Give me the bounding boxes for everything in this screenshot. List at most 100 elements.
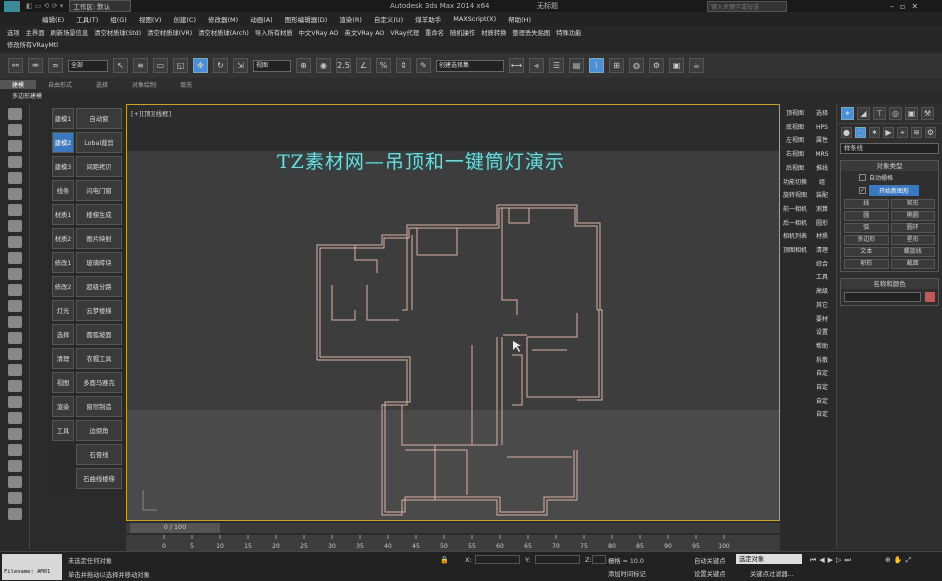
plugin-right-button[interactable]: 顶视图	[781, 108, 809, 120]
plugin-left-button[interactable]: 圆弧坡面	[76, 324, 122, 345]
autogrid-checkbox[interactable]	[859, 174, 866, 181]
plugin-right-button[interactable]: 清理	[811, 245, 833, 257]
plugin-right-button[interactable]: HPS	[811, 122, 833, 134]
plugin-left-button[interactable]: 工具	[52, 420, 74, 441]
window-controls[interactable]: –▫✕	[890, 2, 924, 11]
plugin-right-button[interactable]: 拆散	[811, 355, 833, 367]
ribbon-tab[interactable]: 对象绘制	[120, 80, 168, 89]
ribbon-sub-label[interactable]: 多边形建模	[0, 93, 42, 100]
plugin-left-button[interactable]: 超级分路	[76, 276, 122, 297]
menu-item[interactable]: 工具(T)	[70, 14, 104, 24]
plugin-left-button[interactable]: 灯光	[52, 300, 74, 321]
plugin-button[interactable]: 清空材质球(VR)	[144, 28, 195, 37]
select-by-name-icon[interactable]: ≡	[133, 58, 148, 73]
plugin-button[interactable]: 中文VRay AO	[296, 28, 342, 37]
plugin-left-button[interactable]: 图片映射	[76, 228, 122, 249]
app-logo-icon[interactable]	[4, 0, 20, 12]
plugin-button[interactable]: VRay代理	[387, 28, 422, 37]
menu-item[interactable]: 渲染(R)	[333, 14, 368, 24]
plugin-left-button[interactable]: 材质1	[52, 204, 74, 225]
time-slider-thumb[interactable]: 0 / 100	[130, 523, 220, 533]
plugin-right-button[interactable]: 工具	[811, 272, 833, 284]
viewport-top[interactable]: [+][顶][线框] TZ素材网—吊顶和一键筒灯演示	[126, 104, 780, 521]
key-mode-select[interactable]: 选定对象	[736, 554, 802, 564]
plugin-left-button[interactable]: 视图	[52, 372, 74, 393]
rect-selection-icon[interactable]: ▭	[153, 58, 168, 73]
geometry-icon[interactable]: ●	[841, 127, 852, 138]
tool-icon[interactable]	[8, 108, 22, 120]
selection-filter-select[interactable]: 全部	[68, 59, 108, 72]
plugin-left-button[interactable]: 修改1	[52, 252, 74, 273]
shapes-icon[interactable]: ◌	[855, 127, 866, 138]
plugin-right-button[interactable]: 功能切换	[781, 177, 809, 189]
menu-item[interactable]: 组(G)	[104, 14, 133, 24]
tool-icon[interactable]	[8, 444, 22, 456]
named-selection-select[interactable]: 创建选择集	[436, 59, 504, 72]
plugin-left-button[interactable]: 自动窗	[76, 108, 122, 129]
snaps-toggle-icon[interactable]: 2.5	[336, 58, 351, 73]
menu-item[interactable]: MAXScript(X)	[447, 15, 502, 23]
shape-type-button[interactable]: 截面	[890, 259, 935, 269]
graphite-tools-icon[interactable]: ▤	[569, 58, 584, 73]
select-manipulate-icon[interactable]: ◉	[316, 58, 331, 73]
plugin-right-button[interactable]: 选择	[811, 108, 833, 120]
lights-icon[interactable]: ✶	[869, 127, 880, 138]
time-slider-track[interactable]: 0 / 100	[126, 523, 780, 533]
plugin-left-button[interactable]: 云梦楼梯	[76, 300, 122, 321]
plugin-right-button[interactable]: 后一相机	[781, 218, 809, 230]
menu-item[interactable]: 创建(C)	[167, 14, 202, 24]
plugin-left-button[interactable]: 线条	[52, 180, 74, 201]
plugin-button[interactable]: 材质转换	[478, 28, 509, 37]
plugin-left-button[interactable]: 修改2	[52, 276, 74, 297]
y-coord-field[interactable]	[535, 555, 580, 564]
plugin-button[interactable]: 重命名	[422, 28, 447, 37]
hierarchy-tab-icon[interactable]: ⊤	[873, 107, 886, 120]
tool-icon[interactable]	[8, 348, 22, 360]
add-time-marker[interactable]: 添加时间标记	[608, 569, 646, 578]
set-key-button[interactable]: 设置关键点	[694, 569, 725, 578]
plugin-left-button[interactable]: 建模2	[52, 132, 74, 153]
x-coord-field[interactable]	[475, 555, 520, 564]
select-move-icon[interactable]: ✥	[193, 58, 208, 73]
plugin-left-button[interactable]: 闪电门窗	[76, 180, 122, 201]
tool-icon[interactable]	[8, 236, 22, 248]
menu-item[interactable]: 帮助(H)	[502, 14, 537, 24]
reference-coord-select[interactable]: 视图	[253, 59, 291, 72]
mirror-icon[interactable]: ⟷	[509, 58, 524, 73]
plugin-button[interactable]: 清空材质球(Std)	[91, 28, 144, 37]
spinner-snap-icon[interactable]: ⇕	[396, 58, 411, 73]
plugin-left-button[interactable]: 建模3	[52, 156, 74, 177]
plugin-button[interactable]: 随机操作	[447, 28, 478, 37]
plugin-left-button[interactable]: 衣帽工具	[76, 348, 122, 369]
workspace-select[interactable]: 工作区: 默认	[69, 0, 132, 12]
plugin-right-button[interactable]: 测算	[811, 204, 833, 216]
plugin-button[interactable]: 导入所有材质	[252, 28, 296, 37]
display-tab-icon[interactable]: ▣	[905, 107, 918, 120]
select-object-icon[interactable]: ↖	[113, 58, 128, 73]
plugin-right-button[interactable]: 推线	[811, 163, 833, 175]
plugin-left-button[interactable]: 多面马赛克	[76, 372, 122, 393]
shape-type-button[interactable]: 线	[844, 199, 889, 209]
plugin-right-button[interactable]: 底视图	[781, 122, 809, 134]
tool-icon[interactable]	[8, 412, 22, 424]
create-tab-icon[interactable]: ✦	[841, 107, 854, 120]
plugin-button[interactable]: 刷新场景信息	[47, 28, 91, 37]
plugin-right-button[interactable]: 顶图相机	[781, 245, 809, 257]
shape-type-button[interactable]: 多边形	[844, 235, 889, 245]
schematic-view-icon[interactable]: ⊞	[609, 58, 624, 73]
render-setup-icon[interactable]: ⚙	[649, 58, 664, 73]
z-coord-field[interactable]	[592, 555, 606, 564]
plugin-right-button[interactable]: 圆形	[811, 218, 833, 230]
plugin-button[interactable]: 特殊功能	[553, 28, 584, 37]
layer-manager-icon[interactable]: ☰	[549, 58, 564, 73]
viewport-label[interactable]: [+][顶][线框]	[131, 108, 171, 118]
search-input[interactable]: 键入关键字或短语	[707, 0, 787, 12]
menu-item[interactable]: 视图(V)	[133, 14, 168, 24]
bind-space-warp-icon[interactable]: ≈	[48, 58, 63, 73]
object-color-swatch[interactable]	[925, 292, 935, 302]
plugin-right-button[interactable]: 自定	[811, 396, 833, 408]
plugin-left-button[interactable]: 清理	[52, 348, 74, 369]
tool-icon[interactable]	[8, 492, 22, 504]
rollout-header[interactable]: 对象类型	[841, 161, 938, 171]
ribbon-tab[interactable]: 自由形式	[36, 80, 84, 89]
